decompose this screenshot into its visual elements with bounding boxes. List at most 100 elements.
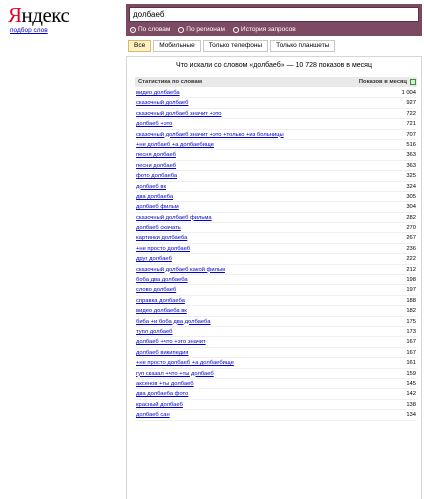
export-icon[interactable] — [410, 79, 416, 85]
table-row: сказочный долбаеб значит +это 722 — [135, 109, 417, 120]
phrase-link[interactable]: слово долбаеб — [136, 285, 176, 295]
table-row: два долбаеба фото 142 — [135, 389, 417, 400]
impressions-count: 1 004 — [401, 90, 416, 96]
phrase-link[interactable]: долбаеб фильм — [136, 202, 179, 212]
phrase-link[interactable]: долбаеб +что +это значит — [136, 337, 206, 347]
impressions-count: 270 — [406, 225, 416, 232]
phrase-link[interactable]: аксенов +ты долбаеб — [136, 379, 194, 389]
phrase-link[interactable]: красный долбаеб — [136, 400, 183, 410]
impressions-count: 325 — [406, 173, 416, 180]
radio-unselected-icon — [178, 26, 185, 33]
table-row: песни долбаеб 363 — [135, 161, 417, 172]
device-tabs: Все Мобильные Только телефоны Только пла… — [128, 40, 336, 52]
search-bar: долбаеб По словам По регионам История за… — [126, 4, 422, 36]
table-row: долбаеб вк 324 — [135, 182, 417, 192]
impressions-count: 198 — [406, 277, 416, 284]
impressions-count: 167 — [406, 339, 416, 346]
table-row: долбаеб скачать 270 — [135, 223, 417, 234]
table-row: сказочный долбаеб 927 — [135, 98, 417, 109]
results-table: видео долбаеба 1 004 сказочный долбаеб 927 с… — [135, 88, 417, 421]
impressions-count: 363 — [406, 162, 416, 169]
search-input[interactable]: долбаеб — [129, 7, 419, 22]
phrase-link[interactable]: долбаеб скачать — [136, 223, 181, 233]
tab-mobile[interactable]: Мобильные — [153, 40, 201, 52]
phrase-link[interactable]: долбаеб вк — [136, 182, 166, 192]
impressions-count: 363 — [406, 152, 416, 159]
impressions-count: 304 — [406, 204, 416, 211]
impressions-count: 197 — [406, 287, 416, 294]
impressions-count: 173 — [406, 328, 416, 335]
radio-label: По словам — [138, 26, 171, 33]
table-row: слово долбаеб 197 — [135, 285, 417, 296]
phrase-link[interactable]: тупл долбаеб — [136, 327, 173, 337]
impressions-count: 222 — [406, 256, 416, 263]
radio-by-words[interactable]: По словам — [130, 25, 170, 34]
phrase-link[interactable]: два долбаеба фото — [136, 389, 188, 399]
logo-rest: ндекс — [21, 3, 70, 27]
impressions-count: 175 — [406, 318, 416, 325]
impressions-count: 722 — [406, 110, 416, 117]
table-row: боба два долбаеба 198 — [135, 275, 417, 286]
phrase-link[interactable]: сказочный долбаеб фильма — [136, 213, 212, 223]
impressions-count: 236 — [406, 245, 416, 252]
phrase-link[interactable]: песни долбаеб — [136, 161, 176, 171]
yandex-logo[interactable]: Яндекс — [8, 3, 70, 27]
logo-first-letter: Я — [8, 3, 22, 27]
tab-phones-only[interactable]: Только телефоны — [202, 40, 269, 52]
impressions-count: 182 — [406, 308, 416, 315]
radio-label: История запросов — [240, 26, 296, 33]
phrase-link[interactable]: долбаеб википедия — [136, 348, 188, 358]
table-row: красный долбаеб 138 — [135, 400, 417, 411]
table-row: два долбаеба 305 — [135, 192, 417, 203]
table-row: долбаеб википедия 167 — [135, 348, 417, 359]
phrase-link[interactable]: долбаеб +это — [136, 119, 172, 129]
phrase-link[interactable]: боба два долбаеба — [136, 275, 188, 285]
table-row: сказочный долбаеб какой фильм 212 — [135, 265, 417, 276]
phrase-link[interactable]: +не просто долбаеб +а долбаебище — [136, 358, 234, 368]
radio-by-regions[interactable]: По регионам — [178, 25, 225, 34]
impressions-count: 134 — [406, 412, 416, 419]
table-row: +не просто долбаеб +а долбаебище 161 — [135, 358, 417, 369]
impressions-count: 927 — [406, 100, 416, 107]
impressions-count: 145 — [406, 380, 416, 387]
phrase-link[interactable]: видео долбаеба вк — [136, 306, 187, 316]
phrase-link[interactable]: сказочный долбаеб значит +это — [136, 109, 222, 119]
phrase-link[interactable]: гуп сказал +что +ты долбаеб — [136, 369, 214, 379]
impressions-count: 324 — [406, 183, 416, 190]
impressions-count: 282 — [406, 214, 416, 221]
table-row: видео долбаеба 1 004 — [135, 88, 417, 99]
phrase-link[interactable]: видео долбаеба — [136, 88, 180, 98]
phrase-link[interactable]: песня долбаеб — [136, 150, 176, 160]
panel-title: Что искали со словом «долбаеб» — 10 728 … — [176, 62, 372, 69]
impressions-count: 305 — [406, 193, 416, 200]
impressions-count: 721 — [406, 121, 416, 128]
table-row: картинки долбаеба 267 — [135, 233, 417, 244]
tab-tablets-only[interactable]: Только планшеты — [270, 40, 336, 52]
table-row: тупл долбаеб 173 — [135, 327, 417, 338]
table-row: биба +и боба два долбаеба 175 — [135, 317, 417, 327]
impressions-count: 212 — [406, 266, 416, 273]
table-header: Статистика по словам Показов в месяц — [135, 77, 417, 87]
table-row: фото долбаеба 325 — [135, 171, 417, 182]
phrase-link[interactable]: сказочный долбаеб какой фильм — [136, 265, 225, 275]
table-row: сказочный долбаеб фильма 282 — [135, 213, 417, 224]
phrase-link[interactable]: сказочный долбаеб — [136, 98, 188, 108]
phrase-link[interactable]: фото долбаеба — [136, 171, 177, 181]
phrase-link[interactable]: два долбаеба — [136, 192, 173, 202]
phrase-link[interactable]: +не долбаеб +а долбаебище — [136, 140, 214, 150]
phrase-link[interactable]: друг долбаеб — [136, 254, 172, 264]
subtitle-link[interactable]: подбор слов — [10, 27, 48, 34]
phrase-link[interactable]: сказочный долбаеб значит +это +только +и… — [136, 130, 284, 140]
phrase-link[interactable]: биба +и боба два долбаеба — [136, 317, 210, 327]
phrase-link[interactable]: справка долбаеба — [136, 296, 185, 306]
tab-all[interactable]: Все — [128, 40, 152, 52]
radio-history[interactable]: История запросов — [232, 25, 296, 34]
phrase-link[interactable]: долбаеб сан — [136, 410, 170, 420]
phrase-link[interactable]: +не просто долбаеб — [136, 244, 190, 254]
phrase-link[interactable]: картинки долбаеба — [136, 233, 187, 243]
table-row: справка долбаеба 188 — [135, 296, 417, 307]
radio-selected-icon — [130, 26, 136, 33]
table-row: друг долбаеб 222 — [135, 254, 417, 265]
table-row: гуп сказал +что +ты долбаеб 159 — [135, 369, 417, 379]
column-header-phrase: Статистика по словам — [138, 79, 203, 85]
